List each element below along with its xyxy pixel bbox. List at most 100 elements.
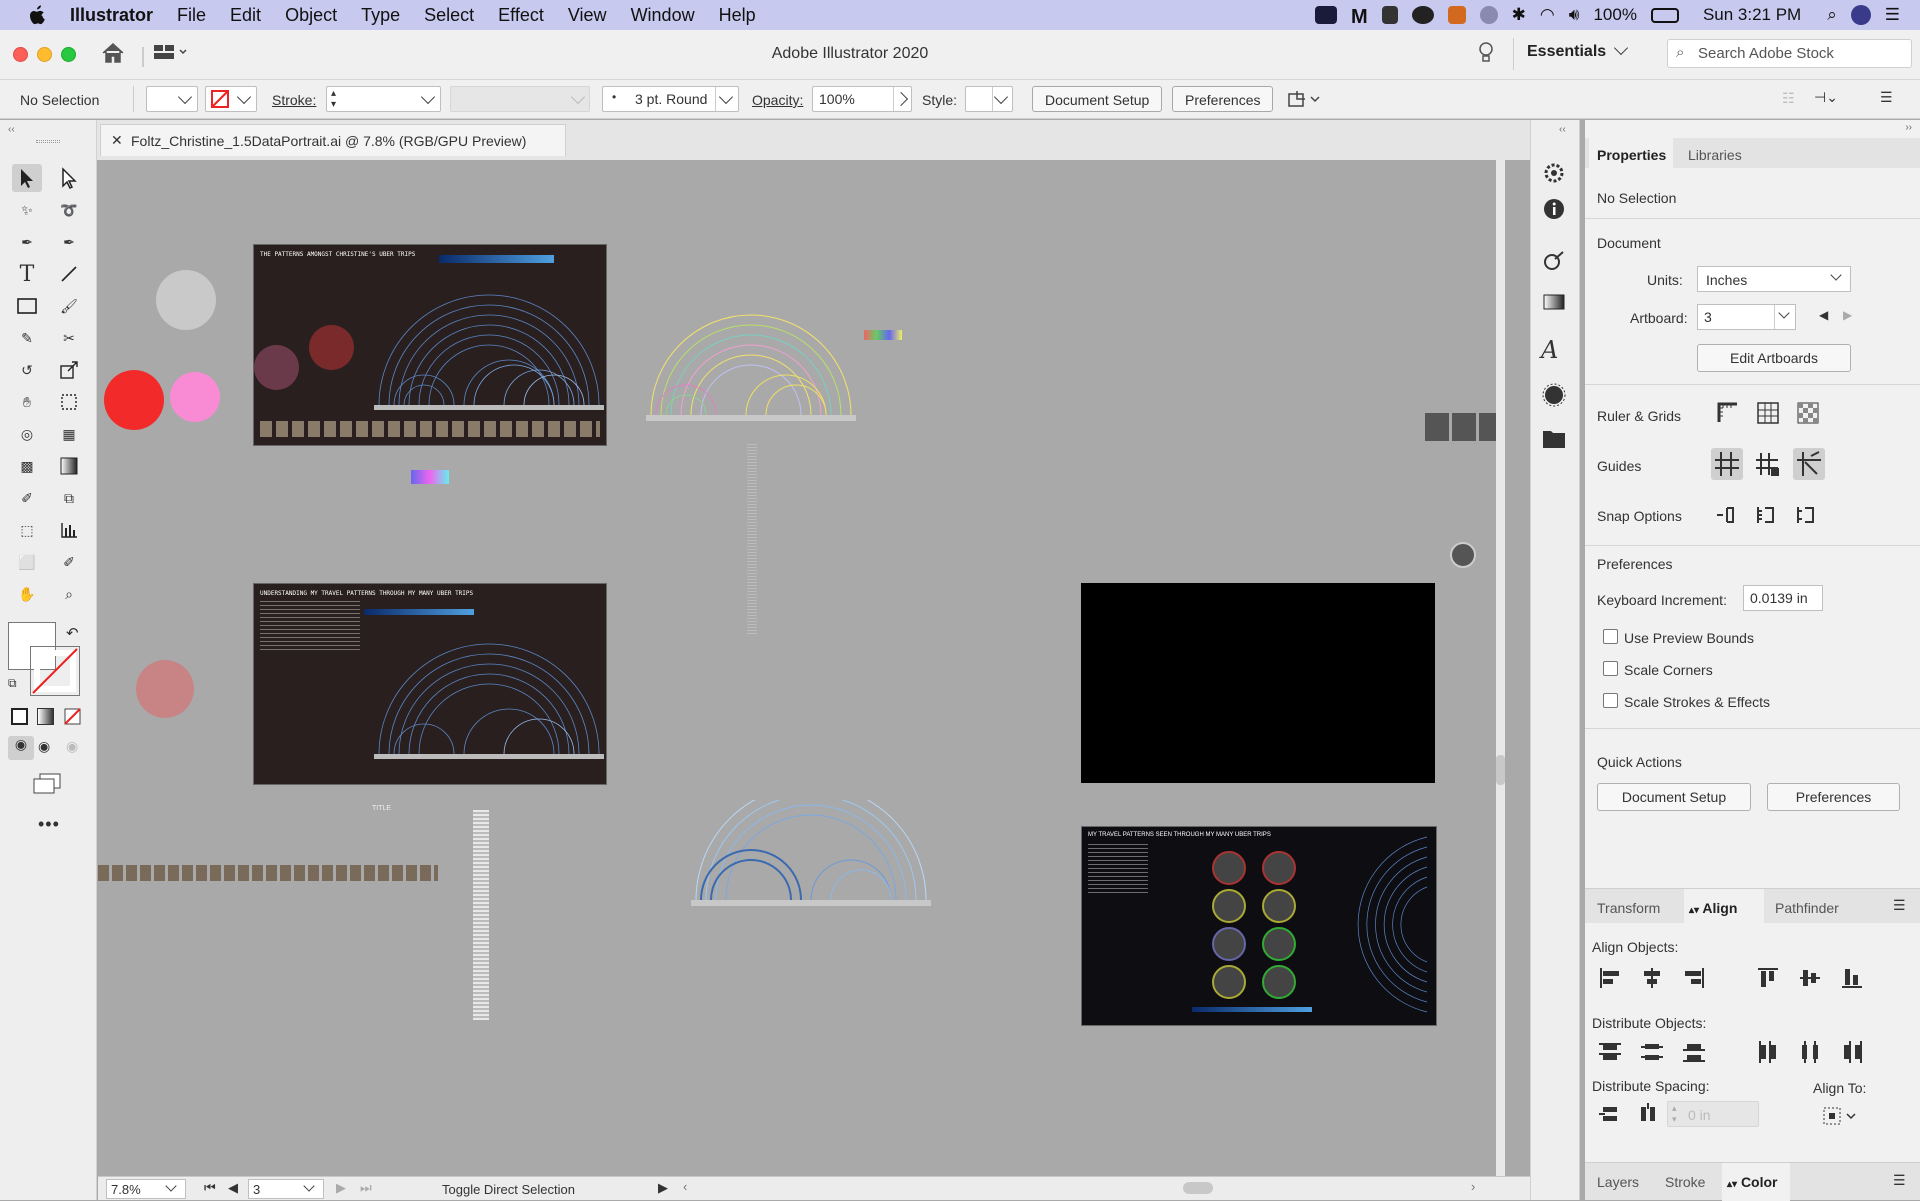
artboard-canvas[interactable]: THE PATTERNS AMONGST CHRISTINE'S UBER TR… (98, 160, 1505, 1177)
photo-circle[interactable] (1450, 542, 1476, 568)
opacity-label[interactable]: Opacity: (752, 92, 803, 108)
align-horizontal-center-icon[interactable] (1639, 965, 1667, 993)
lightbulb-icon[interactable] (1477, 41, 1495, 68)
color-mode-icon[interactable] (11, 708, 28, 725)
keyboard-increment-input[interactable]: 0.0139 in (1743, 585, 1823, 611)
tab-transform[interactable]: Transform (1597, 900, 1660, 916)
bottom-panel-menu-icon[interactable]: ☰ (1893, 1172, 1906, 1189)
malwarebytes-icon[interactable]: M (1351, 6, 1368, 28)
zoom-icon[interactable] (1314, 6, 1337, 24)
menu-view[interactable]: View (568, 5, 607, 26)
photo-strip[interactable] (1425, 413, 1505, 441)
tab-libraries[interactable]: Libraries (1688, 147, 1742, 163)
notification-center-icon[interactable]: ☰ (1885, 5, 1900, 25)
gear-icon[interactable] (1541, 160, 1569, 188)
status-tool-hint[interactable]: Toggle Direct Selection (442, 1182, 575, 1197)
siri-icon[interactable] (1850, 5, 1871, 25)
distribute-bottom-icon[interactable] (1681, 1039, 1709, 1067)
hand-tool[interactable]: ✋ (12, 580, 42, 608)
menu-file[interactable]: File (177, 5, 206, 26)
menu-edit[interactable]: Edit (230, 5, 261, 26)
free-transform-tool[interactable] (54, 388, 84, 416)
edit-toolbar-icon[interactable]: ••• (38, 814, 60, 835)
fill-color-dropdown[interactable] (146, 86, 198, 112)
scale-tool[interactable] (54, 356, 84, 384)
layers-panel-icon[interactable] (1541, 426, 1569, 454)
shape-builder-tool[interactable]: ◎ (12, 420, 42, 448)
graphic-style-dropdown[interactable] (965, 86, 1013, 112)
battery-icon[interactable] (1650, 7, 1679, 23)
previous-artboard-icon[interactable]: ◀ (228, 1180, 238, 1196)
tab-pathfinder[interactable]: Pathfinder (1775, 900, 1839, 916)
stroke-label[interactable]: Stroke: (272, 92, 316, 108)
align-bottom-icon[interactable] (1839, 965, 1867, 993)
screen-mode-icon[interactable] (32, 772, 62, 797)
document-setup-button[interactable]: Document Setup (1032, 86, 1163, 112)
transform-icon[interactable] (1287, 89, 1321, 112)
units-dropdown[interactable]: Inches (1697, 266, 1851, 292)
snap-to-glyph-icon[interactable] (1793, 502, 1821, 530)
slice-tool[interactable]: ✐ (54, 548, 84, 576)
scroll-left-icon[interactable]: ‹ (683, 1179, 687, 1194)
scale-strokes-label[interactable]: Scale Strokes & Effects (1624, 694, 1770, 710)
menu-select[interactable]: Select (424, 5, 474, 26)
blue-arc-chart[interactable] (691, 800, 931, 915)
show-guides-icon[interactable] (1711, 448, 1743, 480)
search-adobe-stock-input[interactable]: ⌕ Search Adobe Stock (1667, 39, 1912, 68)
align-icon[interactable]: ☷ (1782, 90, 1795, 107)
tab-properties[interactable]: Properties (1597, 147, 1666, 163)
draw-normal-icon[interactable]: ◉ (8, 736, 34, 760)
use-preview-bounds-checkbox[interactable] (1603, 629, 1618, 644)
blend-tool[interactable]: ⧉ (54, 484, 84, 512)
distribute-vertical-center-icon[interactable] (1639, 1039, 1667, 1067)
lasso-tool[interactable]: ➰ (54, 196, 84, 224)
tab-stroke[interactable]: Stroke (1665, 1174, 1705, 1190)
align-panel-menu-icon[interactable]: ☰ (1893, 897, 1906, 914)
warp-tool[interactable]: ✋︎ (12, 388, 42, 416)
scale-corners-checkbox[interactable] (1603, 661, 1618, 676)
clock[interactable]: Sun 3:21 PM (1703, 5, 1801, 25)
menu-window[interactable]: Window (631, 5, 695, 26)
vertical-scrollbar[interactable] (1496, 160, 1505, 1177)
stroke-weight-input[interactable]: ▴ ▾ (326, 86, 441, 112)
align-left-icon[interactable] (1597, 965, 1625, 993)
distribute-right-icon[interactable] (1839, 1039, 1867, 1067)
asset-export-icon[interactable] (1541, 248, 1569, 276)
bluetooth-icon[interactable]: ✱ (1512, 5, 1526, 25)
last-artboard-icon[interactable]: ⏭ (360, 1180, 372, 1196)
align-vertical-center-icon[interactable] (1797, 965, 1825, 993)
direct-selection-tool[interactable] (54, 164, 84, 192)
paintbrush-tool[interactable]: 🖌︎ (54, 292, 84, 320)
stroke-swatch[interactable] (30, 646, 80, 696)
tab-align[interactable]: ▴▾ Align (1689, 900, 1737, 916)
collapse-panels-icon[interactable]: ‹‹ (1559, 124, 1566, 135)
horizontal-distribute-space-icon[interactable] (1635, 1101, 1663, 1129)
legend-swatch-2[interactable] (411, 470, 449, 484)
red-bubble[interactable] (104, 370, 164, 430)
previous-artboard-arrow-icon[interactable]: ◀ (1819, 308, 1828, 322)
gray-bubble[interactable] (156, 270, 216, 330)
rectangle-tool[interactable] (12, 292, 42, 320)
artboard-tool[interactable]: ⬜ (12, 548, 42, 576)
scroll-right-icon[interactable]: › (1471, 1179, 1475, 1194)
stroke-stepper[interactable]: ▴ ▾ (331, 88, 336, 110)
data-column[interactable] (473, 810, 489, 1020)
gradient-tool[interactable] (54, 452, 84, 480)
workspace-switcher[interactable]: Essentials (1527, 40, 1629, 61)
artboard-black[interactable] (1081, 583, 1435, 783)
swap-fill-stroke-icon[interactable]: ↶ (66, 624, 79, 642)
opacity-input[interactable]: 100% (812, 86, 912, 112)
tab-layers[interactable]: Layers (1597, 1174, 1639, 1190)
variable-width-profile[interactable] (450, 86, 590, 112)
smart-guides-icon[interactable] (1793, 448, 1825, 480)
rainbow-arc-chart[interactable] (646, 310, 856, 425)
next-artboard-arrow-icon[interactable]: ▶ (1843, 308, 1852, 322)
appearance-icon[interactable] (1541, 382, 1569, 410)
snap-to-pixel-icon[interactable] (1753, 502, 1781, 530)
scissors-tool[interactable]: ✂ (54, 324, 84, 352)
column-graph-tool[interactable] (54, 516, 84, 544)
gradient-mode-icon[interactable] (37, 708, 54, 725)
menu-effect[interactable]: Effect (498, 5, 544, 26)
photo-strip-left[interactable] (98, 865, 438, 881)
app-menu[interactable]: Illustrator (70, 5, 153, 26)
